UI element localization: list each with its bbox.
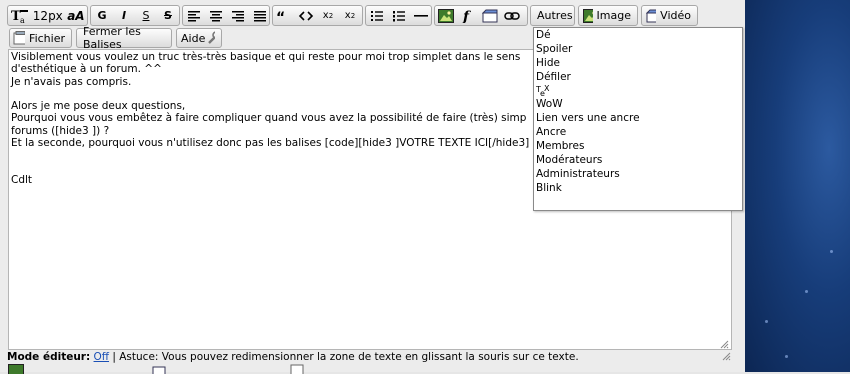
image-insert-button[interactable] [435, 6, 457, 25]
font-face-icon: Ta [11, 8, 28, 24]
post-editor: Ta 12px aA G I S S “ x2 x2 f Autres [0, 0, 745, 372]
video-button-label: Vidéo [660, 9, 691, 22]
flash-icon: f [461, 9, 475, 23]
tex-x: X [544, 82, 549, 96]
code-button[interactable] [295, 6, 317, 25]
wallpaper-sparkle [805, 290, 808, 293]
font-toolbar-group: Ta 12px aA [7, 5, 88, 26]
file-icon[interactable] [290, 364, 304, 374]
font-face-button[interactable]: Ta [8, 6, 31, 25]
menu-item-members[interactable]: Membres [536, 140, 740, 154]
flash-button[interactable]: f [457, 6, 479, 25]
mode-label: Mode éditeur: [7, 351, 90, 363]
link-icon [504, 10, 520, 22]
link-button[interactable] [501, 6, 523, 25]
picture-icon[interactable] [8, 364, 24, 374]
video-button[interactable]: Vidéo [641, 5, 698, 26]
bullet-list-icon [370, 10, 384, 22]
horizontal-rule-button[interactable] [410, 6, 432, 25]
align-right-button[interactable] [227, 6, 249, 25]
bullet-list-button[interactable] [366, 6, 388, 25]
align-justify-icon [253, 10, 267, 22]
clapper-icon [482, 9, 498, 23]
numbered-list-icon [392, 10, 406, 22]
resize-grip-icon[interactable] [720, 340, 729, 349]
menu-item-spoiler[interactable]: Spoiler [536, 43, 740, 57]
wallpaper-sparkle [785, 355, 788, 358]
menu-item-blink[interactable]: Blink [536, 182, 740, 196]
svg-text:f: f [462, 9, 472, 23]
wallpaper-sparkle [830, 250, 833, 253]
style-toolbar-group: G I S S [90, 5, 180, 26]
align-justify-button[interactable] [249, 6, 271, 25]
svg-text:“: “ [276, 10, 285, 22]
help-label: Aide [181, 32, 205, 45]
menu-item-moderators[interactable]: Modérateurs [536, 154, 740, 168]
autres-button[interactable]: Autres [530, 5, 575, 26]
mode-toggle-link[interactable]: Off [94, 351, 110, 363]
horizontal-rule-icon [414, 10, 428, 22]
wallpaper-sparkle [765, 320, 768, 323]
editor-status-bar: Mode éditeur: Off | Astuce: Vous pouvez … [7, 351, 579, 363]
menu-item-anchor-link[interactable]: Lien vers une ancre [536, 112, 740, 126]
image-button[interactable]: Image [578, 5, 638, 26]
underline-button[interactable]: S [135, 6, 157, 25]
help-button[interactable]: Aide [176, 28, 222, 48]
superscript-index: 2 [351, 12, 355, 20]
fichier-button[interactable]: Fichier [9, 28, 72, 48]
image-button-label: Image [597, 9, 631, 22]
insert-toolbar-group: “ x2 x2 [272, 5, 363, 26]
resize-grip-icon[interactable] [722, 352, 731, 361]
quote-icon: “ [276, 10, 292, 22]
font-size-button[interactable]: 12px [31, 6, 65, 25]
align-left-button[interactable] [183, 6, 205, 25]
subscript-button[interactable]: x2 [317, 6, 339, 25]
bold-button[interactable]: G [91, 6, 113, 25]
quote-button[interactable]: “ [273, 6, 295, 25]
picture-icon [583, 9, 593, 23]
font-size-toggle-button[interactable]: aA [65, 6, 87, 25]
subscript-index: 2 [329, 12, 333, 20]
media-toolbar-group: f [434, 5, 528, 26]
align-toolbar-group [182, 5, 270, 26]
menu-item-tex[interactable]: T e X [536, 85, 740, 99]
status-tip: | Astuce: Vous pouvez redimensionner la … [109, 351, 579, 363]
superscript-button[interactable]: x2 [339, 6, 361, 25]
code-icon [298, 10, 314, 22]
fichier-label: Fichier [29, 32, 65, 45]
picture-icon [438, 9, 454, 23]
desktop-wallpaper [745, 0, 850, 372]
menu-item-anchor[interactable]: Ancre [536, 126, 740, 140]
align-right-icon [231, 10, 245, 22]
align-left-icon [187, 10, 201, 22]
italic-button[interactable]: I [113, 6, 135, 25]
align-center-button[interactable] [205, 6, 227, 25]
file-icon [13, 31, 25, 45]
menu-item-de[interactable]: Dé [536, 29, 740, 43]
video-clip-button[interactable] [479, 6, 501, 25]
strikethrough-button[interactable]: S [157, 6, 179, 25]
svg-text:a: a [20, 16, 25, 24]
align-center-icon [209, 10, 223, 22]
menu-item-administrators[interactable]: Administrateurs [536, 168, 740, 182]
menu-item-wow[interactable]: WoW [536, 98, 740, 112]
list-toolbar-group [365, 5, 432, 26]
numbered-list-button[interactable] [388, 6, 410, 25]
menu-item-hide[interactable]: Hide [536, 57, 740, 71]
close-tags-button[interactable]: Fermer les Balises [76, 28, 172, 48]
menu-item-defiler[interactable]: Défiler [536, 71, 740, 85]
autres-dropdown-menu: Dé Spoiler Hide Défiler T e X WoW Lien v… [533, 27, 743, 211]
clapper-icon[interactable] [152, 364, 166, 374]
wrench-icon [207, 31, 215, 45]
clapper-icon [646, 9, 656, 23]
